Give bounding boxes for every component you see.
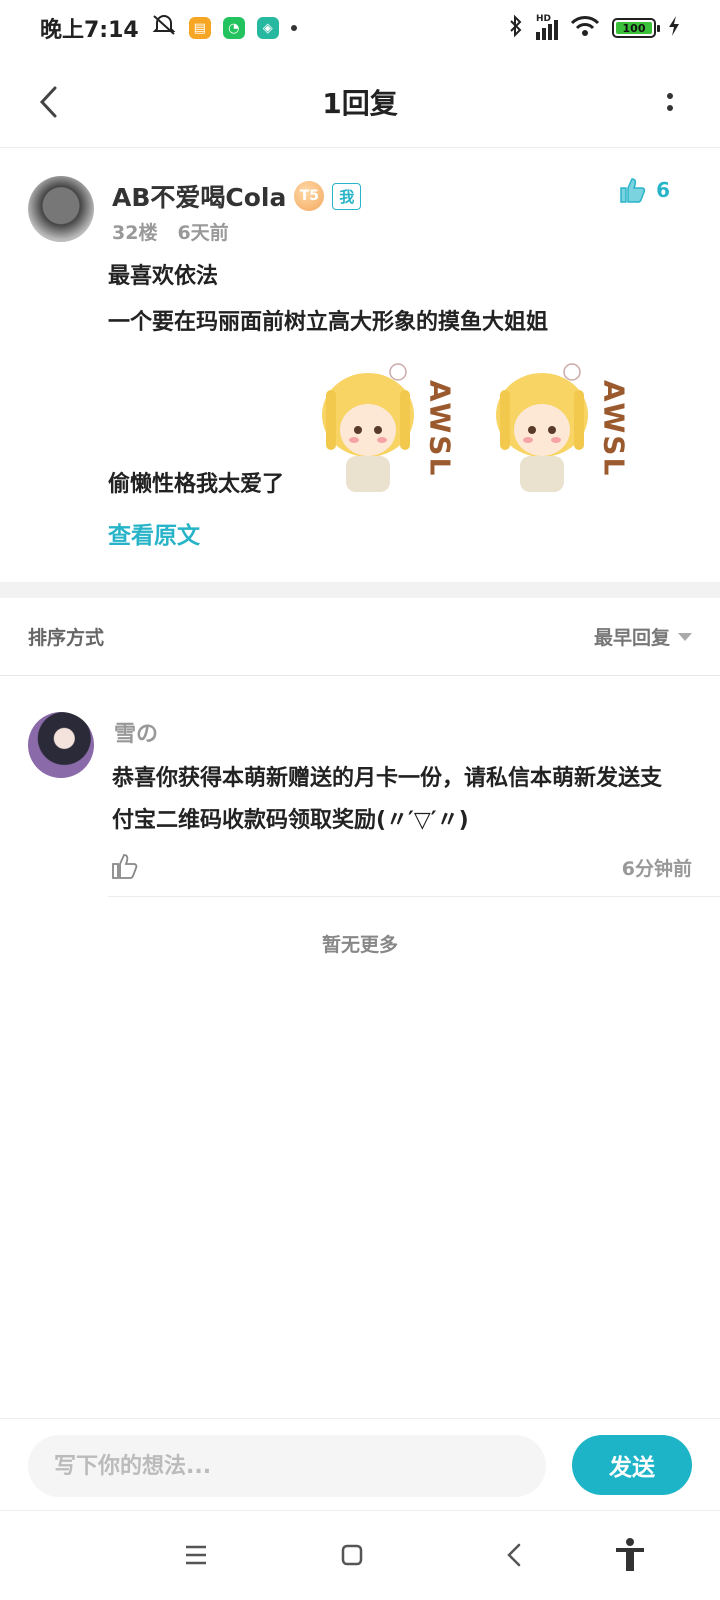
dot-icon (667, 93, 673, 99)
shield-app-icon: ◈ (256, 17, 279, 39)
caret-down-icon (678, 632, 692, 641)
floor-number: 32楼 (112, 222, 158, 244)
post-text-line: 最喜欢依法 (108, 264, 219, 289)
status-time: 晚上7:14 (40, 18, 139, 43)
no-more-label: 暂无更多 (321, 934, 398, 956)
author-avatar[interactable] (28, 176, 94, 242)
thumbs-up-outline-icon (112, 854, 138, 879)
top-header: 1回复 (0, 56, 720, 148)
post-text-line: 偷懒性格我太爱了 (108, 472, 285, 497)
home-button[interactable] (330, 1533, 374, 1577)
sort-selected-value: 最早回复 (593, 627, 670, 649)
awsl-sticker: AWSL (492, 360, 642, 500)
recent-apps-button[interactable] (174, 1533, 218, 1577)
charging-icon (668, 16, 680, 40)
more-notifications-dot (290, 25, 297, 31)
author-row: AB不爱喝Cola T5 我 (112, 178, 362, 214)
level-badge: T5 (294, 181, 325, 211)
post-text-line: 一个要在玛丽面前树立高大形象的摸鱼大姐姐 (108, 310, 549, 335)
wechat-icon: ◔ (222, 17, 245, 39)
reply-time: 6分钟前 (621, 858, 692, 880)
reply-like-button[interactable] (110, 852, 138, 884)
like-count: 6 (656, 178, 670, 202)
battery-icon: 100 (612, 18, 660, 38)
signal-icon: HD (536, 14, 558, 40)
sort-dropdown[interactable]: 最早回复 (594, 623, 692, 650)
awsl-sticker: AWSL (318, 360, 468, 500)
original-post: AB不爱喝Cola T5 我 6 32楼 6天前 最喜欢依法 一个要在玛丽面前树… (0, 148, 720, 592)
status-bar: 晚上7:14 ▤ ◔ ◈ HD 100 (0, 0, 720, 56)
view-original-link[interactable]: 查看原文 (108, 516, 200, 550)
post-time: 6天前 (177, 222, 229, 244)
chevron-left-icon (507, 1543, 521, 1567)
accessibility-icon (616, 1538, 644, 1571)
wifi-icon (570, 15, 600, 41)
page-title: 1回复 (322, 86, 398, 120)
accessibility-button[interactable] (608, 1533, 652, 1577)
sort-bar: 排序方式 最早回复 (0, 598, 720, 676)
status-left: 晚上7:14 ▤ ◔ ◈ (40, 12, 297, 44)
author-name[interactable]: AB不爱喝Cola (112, 178, 286, 214)
post-like-button[interactable]: 6 (618, 176, 670, 204)
status-right: HD 100 (508, 14, 680, 42)
sticker-text: AWSL (598, 380, 631, 477)
menu-icon (186, 1545, 206, 1565)
reply-item: 雪の 恭喜你获得本萌新赠送的月卡一份，请私信本萌新发送支付宝二维码收款码领取奖励… (0, 676, 720, 916)
post-meta: 32楼 6天前 (112, 218, 229, 245)
comment-input[interactable] (28, 1435, 546, 1497)
system-nav-bar (0, 1510, 720, 1600)
more-options-button[interactable] (660, 78, 680, 126)
battery-level: 100 (616, 22, 652, 35)
reply-text: 恭喜你获得本萌新赠送的月卡一份，请私信本萌新发送支付宝二维码收款码领取奖励(〃′… (112, 766, 663, 833)
comment-bar: 发送 (0, 1418, 720, 1510)
sort-label: 排序方式 (28, 627, 105, 649)
square-icon (341, 1544, 363, 1566)
back-button[interactable] (28, 78, 68, 126)
network-type-label: HD (536, 14, 552, 24)
chevron-left-icon (39, 86, 57, 118)
thumbs-up-icon (620, 178, 646, 203)
dot-icon (667, 105, 673, 111)
nav-back-button[interactable] (492, 1533, 536, 1577)
reply-divider (108, 896, 720, 897)
reply-author-name[interactable]: 雪の (114, 716, 158, 748)
me-badge: 我 (332, 182, 362, 210)
section-divider (0, 582, 720, 598)
send-button[interactable]: 发送 (572, 1435, 692, 1495)
bluetooth-icon (508, 14, 524, 42)
mute-icon (151, 13, 177, 43)
notes-app-icon: ▤ (188, 17, 211, 39)
reply-author-avatar[interactable] (28, 712, 94, 778)
sticker-text: AWSL (424, 380, 457, 477)
